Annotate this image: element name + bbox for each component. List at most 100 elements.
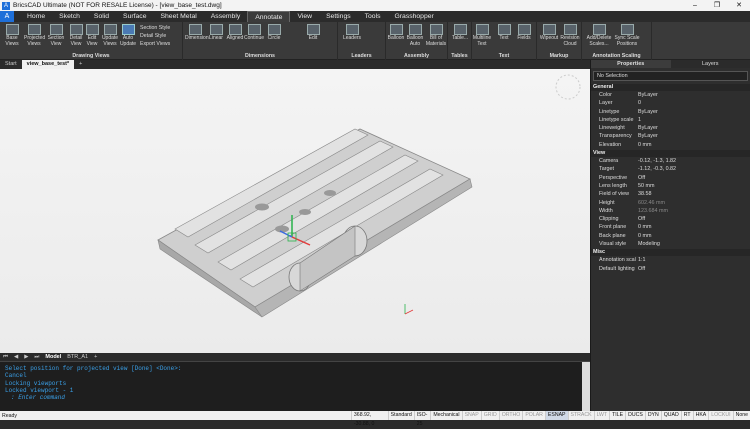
property-row[interactable]: PerspectiveOff <box>591 174 750 182</box>
text-button[interactable]: Text <box>494 24 514 52</box>
circle-button[interactable]: Circle <box>264 24 284 52</box>
add-delete-scales-button[interactable]: Add/Delete Scales... <box>586 24 612 52</box>
property-row[interactable]: Width123.684 mm <box>591 207 750 215</box>
bill-of-materials-button[interactable]: Bill of Materials <box>424 24 448 52</box>
add-layout-icon[interactable]: + <box>91 354 100 360</box>
app-menu-icon[interactable]: A <box>0 11 14 22</box>
property-row[interactable]: ClippingOff <box>591 215 750 223</box>
last-layout-icon[interactable]: ⏭ <box>31 354 42 361</box>
revision-cloud-button[interactable]: Revision Cloud <box>560 24 580 52</box>
tab-solid[interactable]: Solid <box>87 11 116 22</box>
tab-sheet-metal[interactable]: Sheet Metal <box>153 11 203 22</box>
property-row[interactable]: ColorByLayer <box>591 91 750 99</box>
section-misc[interactable]: Misc <box>591 249 750 256</box>
status-tile[interactable]: TILE <box>609 411 625 420</box>
status-lwt[interactable]: LWT <box>594 411 610 420</box>
property-row[interactable]: Linetype scale1 <box>591 116 750 124</box>
section-view[interactable]: View <box>591 150 750 157</box>
property-row[interactable]: Height602.46 mm <box>591 199 750 207</box>
tab-sketch[interactable]: Sketch <box>52 11 87 22</box>
property-row[interactable]: Layer0 <box>591 99 750 107</box>
tab-home[interactable]: Home <box>20 11 52 22</box>
projected-views-button[interactable]: Projected Views <box>24 24 44 52</box>
tab-grasshopper[interactable]: Grasshopper <box>388 11 441 22</box>
base-views-button[interactable]: Base Views <box>2 24 22 52</box>
fields-button[interactable]: Fields <box>514 24 534 52</box>
export-views-button[interactable]: Export Views <box>140 41 170 47</box>
model-viewport[interactable] <box>0 69 590 353</box>
property-row[interactable]: TransparencyByLayer <box>591 132 750 140</box>
command-line[interactable]: Select position for projected view [Done… <box>0 361 590 411</box>
property-row[interactable]: Lens length50 mm <box>591 182 750 190</box>
tab-surface[interactable]: Surface <box>116 11 153 22</box>
new-tab-icon[interactable]: + <box>74 60 87 69</box>
tab-layers[interactable]: Layers <box>671 60 750 68</box>
balloon-button[interactable]: Balloon <box>386 24 406 52</box>
status-grid[interactable]: GRID <box>481 411 499 420</box>
multiline-text-button[interactable]: Multiline Text <box>472 24 492 52</box>
tab-assembly[interactable]: Assembly <box>204 11 247 22</box>
command-scrollbar[interactable] <box>582 362 590 412</box>
tab-view-base-test[interactable]: view_base_test* <box>22 60 75 69</box>
dimension-button[interactable]: Dimension <box>185 24 205 52</box>
status-ducs[interactable]: DUCS <box>625 411 645 420</box>
minimize-icon[interactable]: – <box>684 0 706 11</box>
sync-scale-positions-button[interactable]: Sync Scale Positions <box>614 24 640 52</box>
aligned-button[interactable]: Aligned <box>225 24 245 52</box>
status-snap[interactable]: SNAP <box>462 411 481 420</box>
status-text-style[interactable]: Standard <box>388 411 414 420</box>
status-dim-style[interactable]: ISO-25 <box>414 411 431 420</box>
status-quad[interactable]: QUAD <box>661 411 681 420</box>
tab-properties[interactable]: Properties <box>591 60 671 68</box>
table-button[interactable]: Table... <box>450 24 470 52</box>
section-style-button[interactable]: Section Style <box>140 25 170 31</box>
wipeout-button[interactable]: Wipeout <box>539 24 559 52</box>
status-polar[interactable]: POLAR <box>522 411 545 420</box>
status-hka[interactable]: HKA <box>693 411 709 420</box>
status-ortho[interactable]: ORTHO <box>499 411 523 420</box>
prev-layout-icon[interactable]: ◀ <box>11 354 21 360</box>
maximize-icon[interactable]: ❐ <box>706 0 728 11</box>
linear-button[interactable]: Linear <box>206 24 226 52</box>
property-row[interactable]: Annotation scale1:1 <box>591 256 750 264</box>
status-rt[interactable]: RT <box>681 411 693 420</box>
property-row[interactable]: LinetypeByLayer <box>591 108 750 116</box>
property-row[interactable]: Elevation0 mm <box>591 141 750 149</box>
tab-annotate[interactable]: Annotate <box>247 11 290 22</box>
tab-tools[interactable]: Tools <box>358 11 388 22</box>
property-row[interactable]: Visual styleModeling <box>591 240 750 248</box>
section-view-button[interactable]: Section View <box>46 24 66 52</box>
auto-update-button[interactable]: Auto Update <box>118 24 138 52</box>
tab-view[interactable]: View <box>290 11 319 22</box>
status-lockui[interactable]: LOCKUI <box>708 411 732 420</box>
edit-dimension-button[interactable]: Edit <box>303 24 323 52</box>
leaders-button[interactable]: Leaders <box>342 24 362 52</box>
status-workspace[interactable]: Mechanical <box>430 411 461 420</box>
tab-layout-btr-a1[interactable]: BTR_A1 <box>64 354 91 360</box>
command-input[interactable]: : Enter command <box>5 394 585 401</box>
status-esnap[interactable]: ESNAP <box>545 411 568 420</box>
property-row[interactable]: Default lightingOff <box>591 265 750 273</box>
next-layout-icon[interactable]: ▶ <box>21 354 31 360</box>
selection-dropdown[interactable]: No Selection <box>593 71 748 81</box>
detail-style-button[interactable]: Detail Style <box>140 33 166 39</box>
property-row[interactable]: Front plane0 mm <box>591 223 750 231</box>
property-row[interactable]: LineweightByLayer <box>591 124 750 132</box>
tab-start[interactable]: Start <box>0 60 22 69</box>
property-row[interactable]: Field of view38.58 <box>591 190 750 198</box>
status-strack[interactable]: STRACK <box>568 411 594 420</box>
viewcube-icon[interactable] <box>556 75 580 99</box>
section-general[interactable]: General <box>591 84 750 91</box>
status-none[interactable]: None <box>733 411 750 420</box>
tab-model[interactable]: Model <box>42 354 64 360</box>
tab-settings[interactable]: Settings <box>319 11 358 22</box>
first-layout-icon[interactable]: ⏮ <box>0 354 11 361</box>
continue-button[interactable]: Continue <box>244 24 264 52</box>
close-icon[interactable]: ✕ <box>728 0 750 11</box>
edit-view-button[interactable]: Edit View <box>82 24 102 52</box>
status-dyn[interactable]: DYN <box>645 411 661 420</box>
balloon-auto-button[interactable]: Balloon Auto <box>405 24 425 52</box>
property-row[interactable]: Camera-0.12, -1.3, 1.82 <box>591 157 750 165</box>
property-row[interactable]: Back plane0 mm <box>591 232 750 240</box>
property-row[interactable]: Target-1.12, -0.3, 0.82 <box>591 165 750 173</box>
